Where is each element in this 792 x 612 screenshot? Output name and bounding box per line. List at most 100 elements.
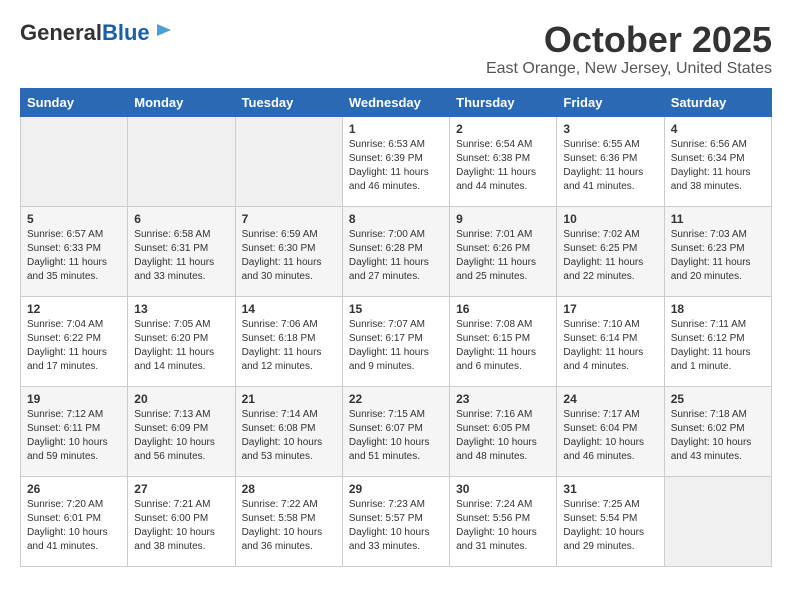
calendar-day-cell: 27Sunrise: 7:21 AMSunset: 6:00 PMDayligh…	[128, 476, 235, 566]
calendar-day-cell	[21, 116, 128, 206]
day-info: Sunrise: 7:00 AMSunset: 6:28 PMDaylight:…	[349, 228, 443, 284]
calendar-day-cell	[664, 476, 771, 566]
day-info: Sunrise: 7:23 AMSunset: 5:57 PMDaylight:…	[349, 498, 443, 554]
calendar-day-cell	[128, 116, 235, 206]
calendar-day-cell: 25 Sunrise: 7:18 AMSunset: 6:02 PMDayligh…	[664, 386, 771, 476]
day-number: 20	[134, 392, 228, 406]
header-thursday: Thursday	[450, 88, 557, 116]
day-number: 16	[456, 302, 550, 316]
calendar-day-cell: 18 Sunrise: 7:11 AMSunset: 6:12 PMDayligh…	[664, 296, 771, 386]
calendar-day-cell: 14Sunrise: 7:06 AMSunset: 6:18 PMDayligh…	[235, 296, 342, 386]
day-number: 17	[563, 302, 657, 316]
header-friday: Friday	[557, 88, 664, 116]
weekday-header-row: Sunday Monday Tuesday Wednesday Thursday…	[21, 88, 772, 116]
day-number: 13	[134, 302, 228, 316]
day-info: Sunrise: 6:54 AMSunset: 6:38 PMDaylight:…	[456, 138, 550, 194]
day-number: 29	[349, 482, 443, 496]
calendar-body: 1 Sunrise: 6:53 AMSunset: 6:39 PMDaylight…	[21, 116, 772, 566]
day-info: Sunrise: 7:05 AMSunset: 6:20 PMDaylight:…	[134, 318, 228, 374]
day-number: 15	[349, 302, 443, 316]
calendar-week-row: 12 Sunrise: 7:04 AMSunset: 6:22 PMDayligh…	[21, 296, 772, 386]
day-number: 8	[349, 212, 443, 226]
day-info: Sunrise: 7:20 AMSunset: 6:01 PMDaylight:…	[27, 498, 121, 554]
day-number: 9	[456, 212, 550, 226]
calendar-week-row: 19 Sunrise: 7:12 AMSunset: 6:11 PMDayligh…	[21, 386, 772, 476]
day-number: 25	[671, 392, 765, 406]
day-info: Sunrise: 6:53 AMSunset: 6:39 PMDaylight:…	[349, 138, 443, 194]
calendar-table: Sunday Monday Tuesday Wednesday Thursday…	[20, 88, 772, 567]
calendar-week-row: 26Sunrise: 7:20 AMSunset: 6:01 PMDayligh…	[21, 476, 772, 566]
calendar-day-cell: 12 Sunrise: 7:04 AMSunset: 6:22 PMDayligh…	[21, 296, 128, 386]
day-number: 12	[27, 302, 121, 316]
day-info: Sunrise: 7:07 AMSunset: 6:17 PMDaylight:…	[349, 318, 443, 374]
calendar-day-cell: 26Sunrise: 7:20 AMSunset: 6:01 PMDayligh…	[21, 476, 128, 566]
calendar-week-row: 1 Sunrise: 6:53 AMSunset: 6:39 PMDaylight…	[21, 116, 772, 206]
day-number: 24	[563, 392, 657, 406]
day-number: 19	[27, 392, 121, 406]
day-info: Sunrise: 7:25 AMSunset: 5:54 PMDaylight:…	[563, 498, 657, 554]
calendar-day-cell: 4 Sunrise: 6:56 AMSunset: 6:34 PMDaylight…	[664, 116, 771, 206]
day-info: Sunrise: 6:58 AMSunset: 6:31 PMDaylight:…	[134, 228, 228, 284]
logo-icon	[153, 20, 173, 40]
header-sunday: Sunday	[21, 88, 128, 116]
day-info: Sunrise: 7:01 AMSunset: 6:26 PMDaylight:…	[456, 228, 550, 284]
day-info: Sunrise: 7:02 AMSunset: 6:25 PMDaylight:…	[563, 228, 657, 284]
day-info: Sunrise: 6:59 AMSunset: 6:30 PMDaylight:…	[242, 228, 336, 284]
day-info: Sunrise: 7:12 AMSunset: 6:11 PMDaylight:…	[27, 408, 121, 464]
calendar-day-cell: 21 Sunrise: 7:14 AMSunset: 6:08 PMDayligh…	[235, 386, 342, 476]
day-number: 10	[563, 212, 657, 226]
day-info: Sunrise: 7:18 AMSunset: 6:02 PMDaylight:…	[671, 408, 765, 464]
calendar-day-cell: 6 Sunrise: 6:58 AMSunset: 6:31 PMDaylight…	[128, 206, 235, 296]
day-number: 7	[242, 212, 336, 226]
day-number: 2	[456, 122, 550, 136]
calendar-day-cell: 2 Sunrise: 6:54 AMSunset: 6:38 PMDaylight…	[450, 116, 557, 206]
day-info: Sunrise: 6:55 AMSunset: 6:36 PMDaylight:…	[563, 138, 657, 194]
day-number: 1	[349, 122, 443, 136]
calendar-day-cell: 3 Sunrise: 6:55 AMSunset: 6:36 PMDaylight…	[557, 116, 664, 206]
day-number: 3	[563, 122, 657, 136]
calendar-day-cell: 22Sunrise: 7:15 AMSunset: 6:07 PMDayligh…	[342, 386, 449, 476]
day-info: Sunrise: 7:13 AMSunset: 6:09 PMDaylight:…	[134, 408, 228, 464]
day-number: 28	[242, 482, 336, 496]
day-number: 27	[134, 482, 228, 496]
calendar-title-area: October 2025 East Orange, New Jersey, Un…	[486, 20, 772, 78]
calendar-day-cell: 8 Sunrise: 7:00 AMSunset: 6:28 PMDaylight…	[342, 206, 449, 296]
calendar-day-cell: 10 Sunrise: 7:02 AMSunset: 6:25 PMDayligh…	[557, 206, 664, 296]
header-wednesday: Wednesday	[342, 88, 449, 116]
calendar-day-cell: 17Sunrise: 7:10 AMSunset: 6:14 PMDayligh…	[557, 296, 664, 386]
calendar-week-row: 5 Sunrise: 6:57 AMSunset: 6:33 PMDaylight…	[21, 206, 772, 296]
day-info: Sunrise: 6:57 AMSunset: 6:33 PMDaylight:…	[27, 228, 121, 284]
day-info: Sunrise: 7:08 AMSunset: 6:15 PMDaylight:…	[456, 318, 550, 374]
calendar-day-cell: 9 Sunrise: 7:01 AMSunset: 6:26 PMDaylight…	[450, 206, 557, 296]
calendar-location: East Orange, New Jersey, United States	[486, 60, 772, 78]
day-info: Sunrise: 7:14 AMSunset: 6:08 PMDaylight:…	[242, 408, 336, 464]
day-info: Sunrise: 7:06 AMSunset: 6:18 PMDaylight:…	[242, 318, 336, 374]
calendar-day-cell: 30Sunrise: 7:24 AMSunset: 5:56 PMDayligh…	[450, 476, 557, 566]
day-info: Sunrise: 7:17 AMSunset: 6:04 PMDaylight:…	[563, 408, 657, 464]
calendar-day-cell: 23Sunrise: 7:16 AMSunset: 6:05 PMDayligh…	[450, 386, 557, 476]
day-number: 6	[134, 212, 228, 226]
calendar-day-cell: 15 Sunrise: 7:07 AMSunset: 6:17 PMDayligh…	[342, 296, 449, 386]
day-info: Sunrise: 6:56 AMSunset: 6:34 PMDaylight:…	[671, 138, 765, 194]
calendar-day-cell: 20 Sunrise: 7:13 AMSunset: 6:09 PMDayligh…	[128, 386, 235, 476]
calendar-day-cell: 5 Sunrise: 6:57 AMSunset: 6:33 PMDaylight…	[21, 206, 128, 296]
day-number: 18	[671, 302, 765, 316]
calendar-day-cell: 29 Sunrise: 7:23 AMSunset: 5:57 PMDayligh…	[342, 476, 449, 566]
day-number: 5	[27, 212, 121, 226]
day-number: 21	[242, 392, 336, 406]
calendar-header: Sunday Monday Tuesday Wednesday Thursday…	[21, 88, 772, 116]
day-number: 31	[563, 482, 657, 496]
logo-text: GeneralBlue	[20, 22, 150, 44]
day-info: Sunrise: 7:22 AMSunset: 5:58 PMDaylight:…	[242, 498, 336, 554]
day-number: 4	[671, 122, 765, 136]
day-number: 23	[456, 392, 550, 406]
day-info: Sunrise: 7:04 AMSunset: 6:22 PMDaylight:…	[27, 318, 121, 374]
day-number: 11	[671, 212, 765, 226]
calendar-day-cell: 11Sunrise: 7:03 AMSunset: 6:23 PMDayligh…	[664, 206, 771, 296]
page-header: GeneralBlue October 2025 East Orange, Ne…	[20, 20, 772, 78]
header-tuesday: Tuesday	[235, 88, 342, 116]
calendar-day-cell: 1 Sunrise: 6:53 AMSunset: 6:39 PMDaylight…	[342, 116, 449, 206]
day-info: Sunrise: 7:11 AMSunset: 6:12 PMDaylight:…	[671, 318, 765, 374]
calendar-day-cell: 19 Sunrise: 7:12 AMSunset: 6:11 PMDayligh…	[21, 386, 128, 476]
day-info: Sunrise: 7:24 AMSunset: 5:56 PMDaylight:…	[456, 498, 550, 554]
